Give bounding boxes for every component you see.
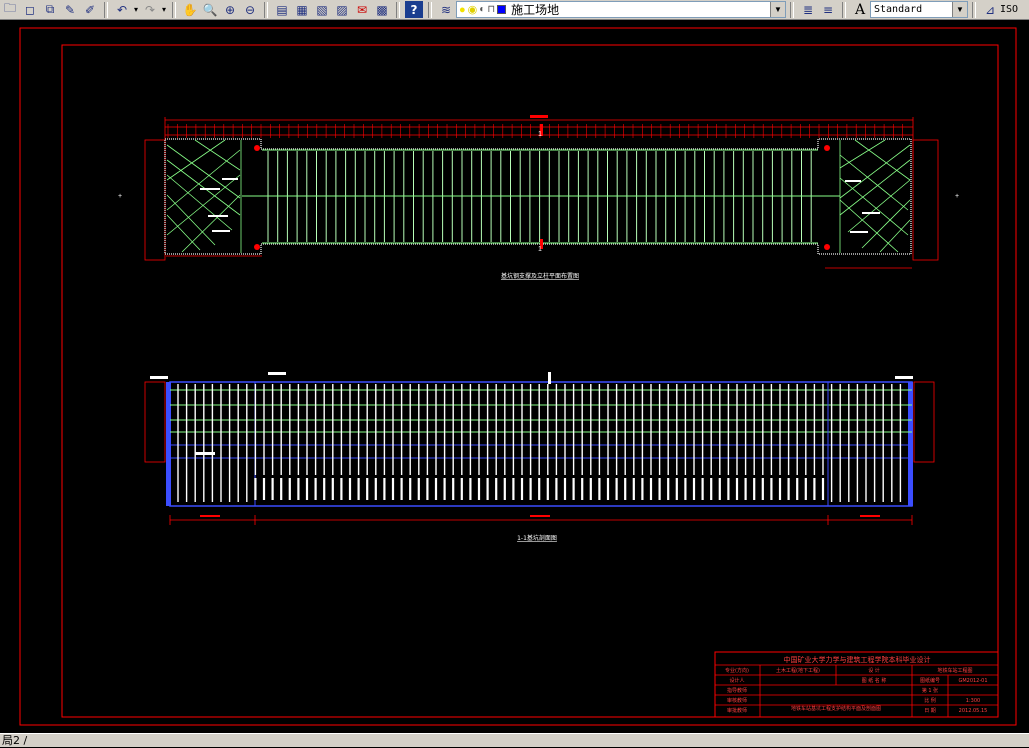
toolbar-separator — [790, 1, 794, 18]
title-block-cell: 图纸编号 — [920, 677, 940, 684]
dim-style-value[interactable]: ISO — [1000, 4, 1018, 15]
dimension-text — [200, 515, 220, 517]
redo-dropdown-icon[interactable]: ▾ — [160, 5, 168, 14]
text-style-dropdown-arrow-icon[interactable]: ▼ — [952, 2, 967, 17]
layer-combo[interactable]: ● ◉ ◐ ⊓ 施工场地 ▼ — [456, 1, 786, 18]
layout-tab-bar[interactable]: 局2 / — [0, 733, 1029, 747]
dim-style-icon[interactable]: ⊿ — [981, 1, 999, 18]
toolbar-separator — [842, 1, 846, 18]
title-block-cell: 审核教师 — [727, 697, 747, 704]
title-block-cell: 地铁车站工程图 — [937, 667, 972, 674]
section-cut-label: 1 — [538, 246, 542, 253]
title-block-cell: 第 1 张 — [922, 687, 938, 694]
pan-icon[interactable]: ✋ — [181, 1, 199, 18]
paint-icon[interactable]: ✐ — [81, 1, 99, 18]
section-cut-label: 1 — [538, 131, 542, 138]
layer-thaw-sun-icon[interactable]: ◉ — [468, 3, 478, 16]
dimension-text — [860, 515, 880, 517]
drawing-canvas[interactable]: 1 1 + + 基坑钢支撑及立柱平面布置图 1-1基坑剖面图 中国矿业大学力学与… — [0, 20, 1029, 733]
toolbar-separator — [172, 1, 176, 18]
layer-dropdown-arrow-icon[interactable]: ▼ — [770, 2, 785, 17]
layer-previous-icon[interactable]: ≡ — [819, 1, 837, 18]
layer-properties-icon[interactable]: ≋ — [437, 1, 455, 18]
redo-icon[interactable]: ↷ — [141, 1, 159, 18]
toolbar-separator — [396, 1, 400, 18]
help-icon[interactable]: ? — [405, 1, 423, 18]
plan-title: 基坑钢支撑及立柱平面布置图 — [501, 272, 579, 280]
copy-icon[interactable]: ⧉ — [41, 1, 59, 18]
layer-on-bulb-icon[interactable]: ● — [459, 4, 466, 16]
title-block-cell: 图 纸 名 称 — [862, 677, 887, 684]
layout-tab[interactable]: 局2 / — [2, 734, 27, 747]
toolbar-separator — [972, 1, 976, 18]
toolbar-separator — [104, 1, 108, 18]
title-block-cell: 指导教师 — [727, 687, 747, 694]
title-block-cell: 设 计 — [868, 667, 880, 674]
save-icon[interactable]: ◻ — [21, 1, 39, 18]
dimension-text — [530, 515, 550, 517]
design-center-icon[interactable]: ▦ — [293, 1, 311, 18]
properties-icon[interactable]: ▤ — [273, 1, 291, 18]
calculator-icon[interactable]: ▩ — [373, 1, 391, 18]
toolbar-separator — [264, 1, 268, 18]
title-block-cell: 审批教师 — [727, 707, 747, 714]
wall-left — [166, 382, 171, 506]
title-block-cell: 专业(方向) — [725, 667, 749, 674]
tool-palettes-icon[interactable]: ▧ — [313, 1, 331, 18]
title-block-cell: 1:300 — [966, 698, 980, 704]
toolbar-separator — [428, 1, 432, 18]
layer-lock-icon[interactable]: ⊓ — [487, 4, 495, 15]
axis-marker: + — [118, 193, 122, 200]
zoom-window-icon[interactable]: ⊕ — [221, 1, 239, 18]
title-block-school: 中国矿业大学力学与建筑工程学院本科毕业设计 — [784, 655, 931, 664]
title-block-cell: GM2012-01 — [958, 678, 987, 684]
title-block-cell: 2012.05.15 — [959, 708, 988, 714]
text-style-combo[interactable]: Standard ▼ — [870, 1, 968, 18]
zoom-realtime-icon[interactable]: 🔍 — [201, 1, 219, 18]
layer-name: 施工场地 — [511, 3, 560, 17]
title-block-cell: 土木工程(地下工程) — [776, 667, 820, 674]
markup-icon[interactable]: ✉ — [353, 1, 371, 18]
open-icon[interactable]: 🗀 — [1, 1, 19, 18]
title-block-cell: 比 例 — [924, 697, 936, 704]
undo-dropdown-icon[interactable]: ▾ — [132, 5, 140, 14]
standard-toolbar: 🗀 ◻ ⧉ ✎ ✐ ↶ ▾ ↷ ▾ ✋ 🔍 ⊕ ⊖ ▤ ▦ ▧ ▨ ✉ ▩ ? … — [0, 0, 1029, 20]
undo-icon[interactable]: ↶ — [113, 1, 131, 18]
match-properties-icon[interactable]: ✎ — [61, 1, 79, 18]
section-title: 1-1基坑剖面图 — [517, 534, 557, 542]
wall-right — [908, 382, 913, 506]
title-block-cell: 日 期 — [924, 708, 936, 714]
dimension-text — [530, 115, 548, 118]
text-style-value: Standard — [874, 4, 923, 15]
title-block-cell: 地铁车站基坑工程支护结构平面及剖面图 — [791, 705, 881, 712]
layer-viewport-icon[interactable]: ◐ — [479, 4, 485, 15]
axis-marker: + — [955, 193, 959, 200]
zoom-previous-icon[interactable]: ⊖ — [241, 1, 259, 18]
sheet-set-icon[interactable]: ▨ — [333, 1, 351, 18]
text-style-icon[interactable]: A — [851, 1, 869, 18]
make-current-layer-icon[interactable]: ≣ — [799, 1, 817, 18]
layer-color-swatch — [497, 5, 507, 14]
title-block-cell: 设计人 — [729, 677, 744, 684]
